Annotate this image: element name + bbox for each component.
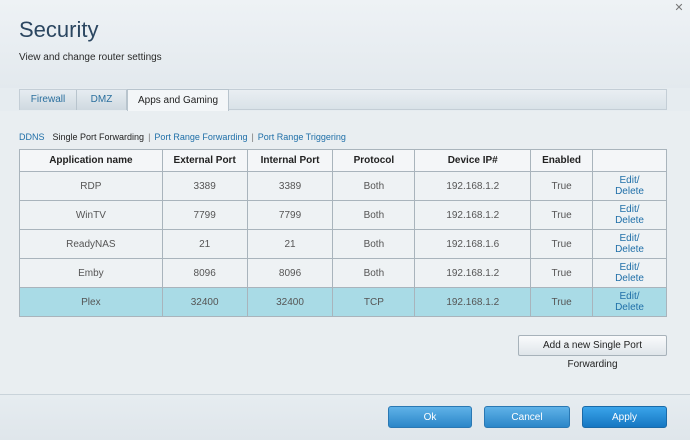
delete-link[interactable]: Delete [596,215,663,226]
delete-link[interactable]: Delete [596,302,663,313]
cell-device-ip: 192.168.1.2 [414,200,532,230]
edit-link[interactable]: Edit/ [596,262,663,273]
column-header-enabled: Enabled [530,149,594,172]
cell-enabled: True [530,171,594,201]
column-header-protocol: Protocol [332,149,416,172]
add-single-port-forwarding-button[interactable]: Add a new Single Port Forwarding [518,335,667,370]
close-icon[interactable]: ✕ [673,2,685,14]
table-row[interactable]: Emby 8096 8096 Both 192.168.1.2 True Edi… [19,258,667,288]
port-forwarding-table: Application name External Port Internal … [19,149,667,317]
cell-external-port: 8096 [161,258,248,288]
cell-device-ip: 192.168.1.6 [414,229,532,259]
edit-link[interactable]: Edit/ [596,204,663,215]
cell-actions: Edit/Delete [592,200,667,230]
cell-enabled: True [530,229,594,259]
cell-actions: Edit/Delete [592,287,667,317]
table-header-row: Application name External Port Internal … [19,149,667,172]
apply-button[interactable]: Apply [582,406,667,428]
column-header-external-port: External Port [161,149,248,172]
subnav-separator: | [251,132,254,142]
cell-enabled: True [530,200,594,230]
edit-link[interactable]: Edit/ [596,291,663,302]
cell-external-port: 21 [161,229,248,259]
cell-actions: Edit/Delete [592,229,667,259]
cell-protocol: Both [332,258,416,288]
cell-app-name: Emby [19,258,163,288]
cell-internal-port: 3389 [246,171,334,201]
column-header-device-ip: Device IP# [414,149,532,172]
subnav-ddns[interactable]: DDNS [19,132,45,142]
delete-link[interactable]: Delete [596,186,663,197]
cell-app-name: ReadyNAS [19,229,163,259]
column-header-internal-port: Internal Port [246,149,334,172]
edit-link[interactable]: Edit/ [596,233,663,244]
subnav-single-port-forwarding[interactable]: Single Port Forwarding [53,132,145,142]
cell-actions: Edit/Delete [592,258,667,288]
cell-internal-port: 8096 [246,258,334,288]
page-subtitle: View and change router settings [19,52,162,63]
page-header: Security View and change router settings… [0,0,690,88]
cell-app-name: Plex [19,287,163,317]
cell-enabled: True [530,287,594,317]
table-row[interactable]: ReadyNAS 21 21 Both 192.168.1.6 True Edi… [19,229,667,259]
column-header-application-name: Application name [19,149,163,172]
cell-external-port: 3389 [161,171,248,201]
cell-protocol: TCP [332,287,416,317]
tab-dmz[interactable]: DMZ [77,90,127,110]
ok-button[interactable]: Ok [388,406,472,428]
cell-protocol: Both [332,171,416,201]
column-header-actions [592,149,667,172]
tab-bar: Firewall DMZ Apps and Gaming [19,89,667,111]
page-title: Security [19,17,99,42]
subnav: DDNS Single Port Forwarding | Port Range F… [19,132,346,144]
cell-device-ip: 192.168.1.2 [414,287,532,317]
cell-device-ip: 192.168.1.2 [414,171,532,201]
tab-firewall[interactable]: Firewall [20,90,77,110]
subnav-separator: | [148,132,151,142]
cell-app-name: RDP [19,171,163,201]
table-row[interactable]: RDP 3389 3389 Both 192.168.1.2 True Edit… [19,171,667,201]
edit-link[interactable]: Edit/ [596,175,663,186]
table-row-selected[interactable]: Plex 32400 32400 TCP 192.168.1.2 True Ed… [19,287,667,317]
cell-device-ip: 192.168.1.2 [414,258,532,288]
subnav-port-range-forwarding[interactable]: Port Range Forwarding [154,132,247,142]
cell-app-name: WinTV [19,200,163,230]
cell-external-port: 32400 [161,287,248,317]
cell-external-port: 7799 [161,200,248,230]
cell-internal-port: 32400 [246,287,334,317]
cell-internal-port: 7799 [246,200,334,230]
table-row[interactable]: WinTV 7799 7799 Both 192.168.1.2 True Ed… [19,200,667,230]
cell-protocol: Both [332,200,416,230]
cell-protocol: Both [332,229,416,259]
delete-link[interactable]: Delete [596,273,663,284]
cell-actions: Edit/Delete [592,171,667,201]
tab-apps-and-gaming[interactable]: Apps and Gaming [127,89,229,111]
cell-internal-port: 21 [246,229,334,259]
cancel-button[interactable]: Cancel [484,406,570,428]
subnav-port-range-triggering[interactable]: Port Range Triggering [258,132,346,142]
cell-enabled: True [530,258,594,288]
delete-link[interactable]: Delete [596,244,663,255]
